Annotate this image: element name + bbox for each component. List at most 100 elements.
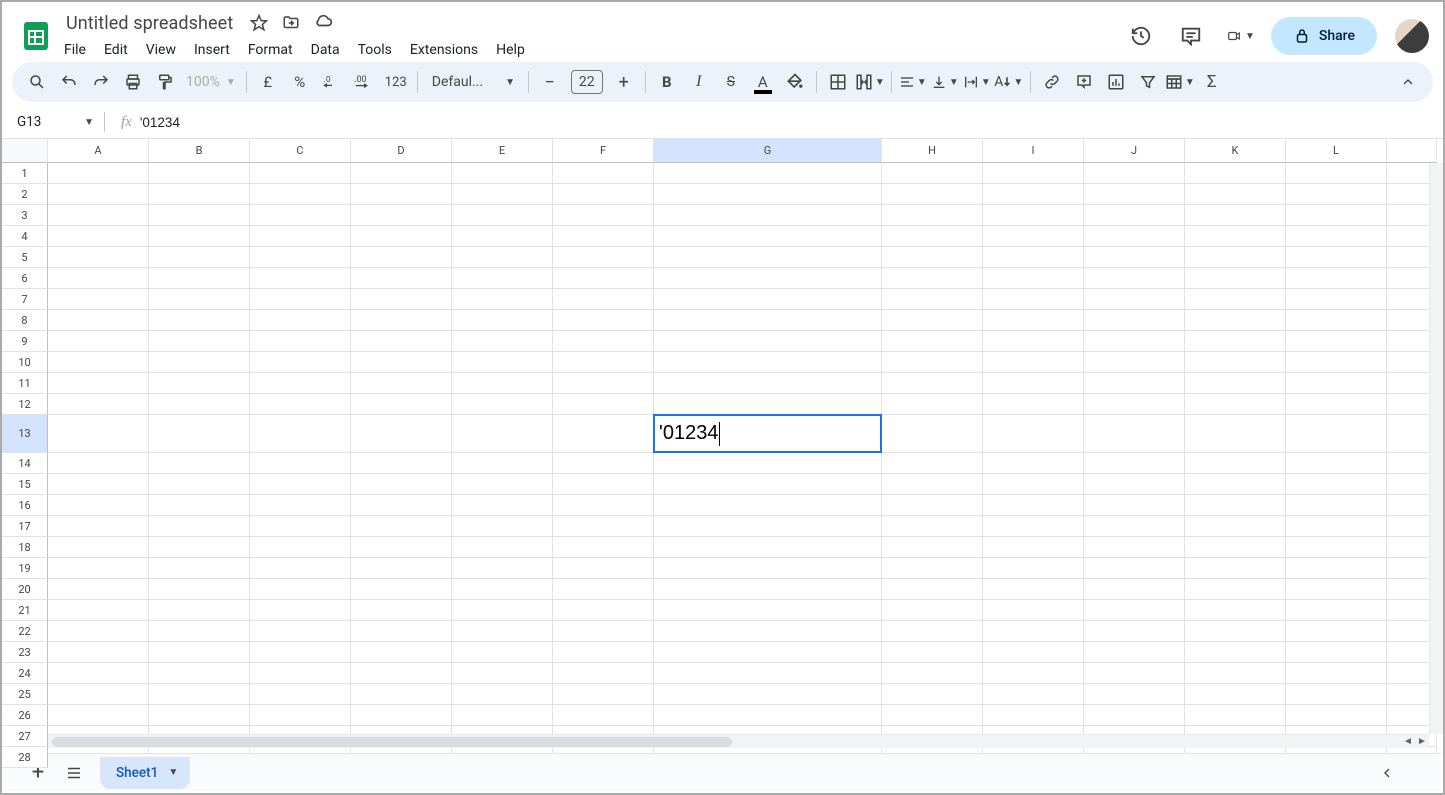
- cell[interactable]: [1286, 705, 1387, 726]
- cell[interactable]: [1286, 415, 1387, 453]
- cell[interactable]: [1185, 684, 1286, 705]
- row-header[interactable]: 24: [2, 663, 48, 684]
- cell[interactable]: [149, 558, 250, 579]
- cell[interactable]: [1286, 516, 1387, 537]
- collapse-toolbar-button[interactable]: [1393, 67, 1423, 97]
- cell[interactable]: [48, 453, 149, 474]
- cell[interactable]: [654, 600, 882, 621]
- cell[interactable]: [452, 621, 553, 642]
- cell[interactable]: [250, 184, 351, 205]
- cell[interactable]: [1084, 352, 1185, 373]
- cell[interactable]: [48, 205, 149, 226]
- cell[interactable]: [452, 474, 553, 495]
- cell[interactable]: [1084, 205, 1185, 226]
- cell[interactable]: [149, 373, 250, 394]
- cell[interactable]: [48, 663, 149, 684]
- meet-button[interactable]: ▼: [1221, 16, 1261, 56]
- cell[interactable]: [149, 205, 250, 226]
- scrollbar-thumb[interactable]: [52, 737, 732, 747]
- cell[interactable]: [1286, 621, 1387, 642]
- text-wrap-button[interactable]: ▼: [962, 67, 992, 97]
- cell[interactable]: [1185, 247, 1286, 268]
- cell[interactable]: [882, 684, 983, 705]
- cell[interactable]: [1185, 642, 1286, 663]
- cell[interactable]: [983, 289, 1084, 310]
- cell[interactable]: [351, 663, 452, 684]
- move-icon[interactable]: [279, 11, 303, 35]
- cell[interactable]: [654, 394, 882, 415]
- cell[interactable]: [351, 579, 452, 600]
- cell[interactable]: [351, 394, 452, 415]
- cell[interactable]: [149, 184, 250, 205]
- spreadsheet-grid[interactable]: ABCDEFGHIJKL 123456789101112131415161718…: [2, 138, 1443, 748]
- row-header[interactable]: 8: [2, 310, 48, 331]
- cell[interactable]: [149, 705, 250, 726]
- cell[interactable]: [452, 516, 553, 537]
- cell[interactable]: [983, 663, 1084, 684]
- cell[interactable]: [1084, 537, 1185, 558]
- cell[interactable]: [452, 537, 553, 558]
- cell[interactable]: [1185, 663, 1286, 684]
- redo-button[interactable]: [86, 67, 116, 97]
- cell[interactable]: [250, 163, 351, 184]
- column-header[interactable]: I: [983, 139, 1084, 163]
- cell[interactable]: [654, 663, 882, 684]
- cell[interactable]: [452, 684, 553, 705]
- cell[interactable]: [351, 205, 452, 226]
- cell[interactable]: [1084, 331, 1185, 352]
- cell[interactable]: [351, 352, 452, 373]
- cell[interactable]: [48, 226, 149, 247]
- cell[interactable]: [250, 621, 351, 642]
- cell[interactable]: [1084, 415, 1185, 453]
- cell[interactable]: [983, 453, 1084, 474]
- cell[interactable]: [149, 453, 250, 474]
- cell[interactable]: [654, 373, 882, 394]
- cell[interactable]: [654, 268, 882, 289]
- cell[interactable]: [882, 558, 983, 579]
- cell[interactable]: [1084, 621, 1185, 642]
- cell[interactable]: [553, 415, 654, 453]
- cell[interactable]: [882, 289, 983, 310]
- cell[interactable]: [882, 642, 983, 663]
- font-size-input[interactable]: 22: [571, 70, 603, 94]
- cell[interactable]: [1185, 579, 1286, 600]
- cell[interactable]: [452, 394, 553, 415]
- cell[interactable]: [1286, 373, 1387, 394]
- currency-button[interactable]: £: [253, 67, 283, 97]
- cell[interactable]: [1286, 453, 1387, 474]
- cell[interactable]: [654, 453, 882, 474]
- cell[interactable]: [452, 163, 553, 184]
- cell[interactable]: [553, 331, 654, 352]
- decrease-decimal-button[interactable]: .0: [317, 67, 347, 97]
- all-sheets-button[interactable]: [56, 755, 92, 791]
- active-cell-editor[interactable]: '01234: [653, 414, 882, 453]
- cell[interactable]: [1185, 331, 1286, 352]
- cell[interactable]: [1185, 558, 1286, 579]
- row-header[interactable]: 16: [2, 495, 48, 516]
- font-family-select[interactable]: Defaul...▼: [424, 74, 522, 90]
- cell[interactable]: [351, 558, 452, 579]
- menu-format[interactable]: Format: [240, 38, 301, 62]
- print-button[interactable]: [118, 67, 148, 97]
- cell[interactable]: [654, 289, 882, 310]
- sheet-tab[interactable]: Sheet1 ▼: [100, 757, 190, 789]
- bold-button[interactable]: B: [652, 67, 682, 97]
- menu-extensions[interactable]: Extensions: [402, 38, 486, 62]
- cell[interactable]: [1185, 537, 1286, 558]
- row-header[interactable]: 7: [2, 289, 48, 310]
- cell[interactable]: [250, 516, 351, 537]
- cell[interactable]: [250, 684, 351, 705]
- cell[interactable]: [553, 205, 654, 226]
- cell[interactable]: [983, 205, 1084, 226]
- cell[interactable]: [48, 579, 149, 600]
- cell[interactable]: [882, 600, 983, 621]
- zoom-select[interactable]: 100%▼: [182, 74, 240, 90]
- decrease-font-size-button[interactable]: −: [535, 67, 565, 97]
- cell[interactable]: [1185, 600, 1286, 621]
- undo-button[interactable]: [54, 67, 84, 97]
- cell[interactable]: [1084, 394, 1185, 415]
- cell[interactable]: [48, 415, 149, 453]
- cell[interactable]: [149, 537, 250, 558]
- cell[interactable]: [452, 415, 553, 453]
- cell[interactable]: [351, 163, 452, 184]
